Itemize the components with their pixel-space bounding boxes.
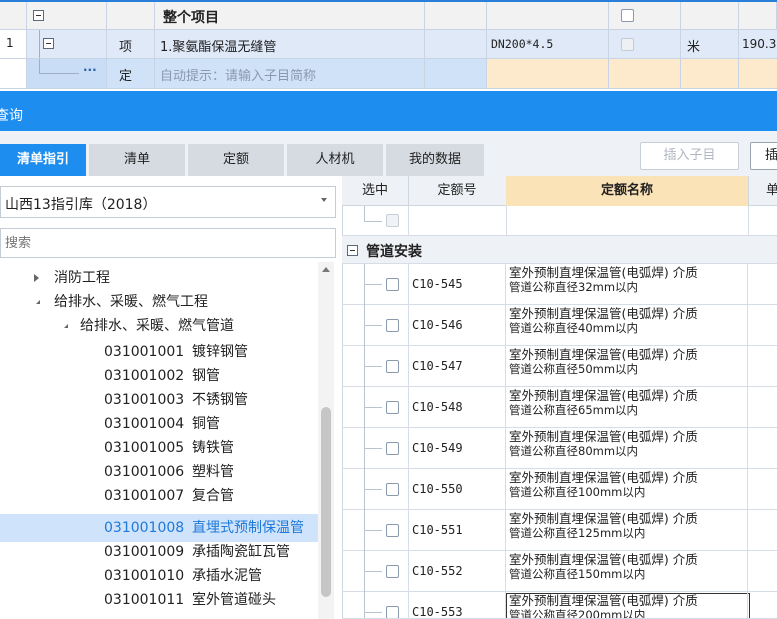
table-row[interactable]: 1 项 1.聚氨酯保温无缝管 DN200*4.5 米 190.3 [0, 30, 777, 59]
item-spec[interactable]: DN200*4.5 [491, 37, 553, 51]
row-checkbox[interactable] [386, 524, 399, 537]
row-checkbox[interactable] [386, 442, 399, 455]
select-all-checkbox[interactable] [386, 214, 399, 227]
table-row[interactable]: C10-547 室外预制直埋保温管(电弧焊) 介质 管道公称直径50mm以内 [342, 346, 777, 387]
insert-child-button[interactable]: 插入子目 [640, 142, 739, 170]
panel-title: 查询 [0, 108, 23, 124]
tab-materials[interactable]: 人材机 [287, 144, 383, 176]
row-checkbox[interactable] [386, 319, 399, 332]
col-name[interactable]: 定额名称 [506, 176, 749, 206]
table-row[interactable]: C10-545 室外预制直埋保温管(电弧焊) 介质 管道公称直径32mm以内 [342, 264, 777, 305]
tree-leaf[interactable]: 031001002 钢管 [0, 364, 318, 388]
caret-right-icon[interactable] [34, 274, 39, 282]
chevron-down-icon[interactable] [321, 198, 327, 202]
tab-my-data[interactable]: 我的数据 [386, 144, 484, 176]
tab-guide[interactable]: 清单指引 [0, 144, 86, 176]
table-row[interactable]: C10-548 室外预制直埋保温管(电弧焊) 介质 管道公称直径65mm以内 [342, 387, 777, 428]
item-name[interactable]: 1.聚氨酯保温无缝管 [160, 36, 276, 55]
table-row-input[interactable]: ··· 定 自动提示：请输入子目简称 [0, 59, 777, 89]
group-title: 管道安装 [366, 244, 422, 260]
input-hint[interactable]: 自动提示：请输入子目简称 [160, 65, 316, 84]
item-unit[interactable]: 米 [687, 36, 700, 55]
tree-leaf[interactable]: 031001003 不锈钢管 [0, 388, 318, 412]
row-type: 定 [119, 69, 133, 84]
table-row[interactable]: C10-552 室外预制直埋保温管(电弧焊) 介质 管道公称直径150mm以内 [342, 551, 777, 592]
col-code[interactable]: 定额号 [408, 176, 507, 206]
row-checkbox[interactable] [386, 483, 399, 496]
item-quantity[interactable]: 190.3 [742, 37, 776, 51]
tree-leaf[interactable]: 031001006 塑料管 [0, 460, 318, 484]
project-title: 整个项目 [163, 10, 219, 26]
library-select[interactable]: 山西13指引库（2018） [0, 186, 336, 218]
table-row[interactable]: C10-546 室外预制直埋保温管(电弧焊) 介质 管道公称直径40mm以内 [342, 305, 777, 346]
collapse-icon[interactable] [33, 10, 44, 21]
table-row[interactable]: C10-549 室外预制直埋保温管(电弧焊) 介质 管道公称直径80mm以内 [342, 428, 777, 469]
tree-node-fire[interactable]: 消防工程 [0, 266, 318, 290]
filter-row [342, 206, 777, 236]
collapse-icon[interactable] [347, 245, 358, 256]
tree-leaf[interactable]: 031001004 铜管 [0, 412, 318, 436]
tree-leaf[interactable]: 031001010 承插水泥管 [0, 564, 318, 588]
scroll-up-icon[interactable] [322, 267, 330, 272]
row-checkbox[interactable] [386, 360, 399, 373]
tree-leaf[interactable]: 031001009 承插陶瓷缸瓦管 [0, 540, 318, 564]
caret-down-icon[interactable] [61, 324, 68, 328]
tree-node-pipes[interactable]: 给排水、采暖、燃气管道 [0, 314, 318, 338]
row-checkbox[interactable] [386, 278, 399, 291]
insert-button[interactable]: 插 [750, 142, 777, 170]
grid-header-row[interactable]: 整个项目 [0, 0, 777, 30]
guide-tree: 消防工程 给排水、采暖、燃气工程 给排水、采暖、燃气管道 031001001 镀锌… [0, 262, 338, 619]
tree-leaf[interactable]: 031001001 镀锌钢管 [0, 340, 318, 364]
query-tabs: 清单指引 清单 定额 人材机 我的数据 [0, 144, 500, 176]
header-checkbox[interactable] [621, 9, 634, 22]
tab-bill[interactable]: 清单 [89, 144, 185, 176]
library-select-value: 山西13指引库（2018） [5, 197, 157, 213]
row-number: 1 [6, 36, 14, 50]
tab-quota[interactable]: 定额 [188, 144, 284, 176]
col-select[interactable]: 选中 [342, 176, 409, 206]
table-row[interactable]: C10-553 室外预制直埋保温管(电弧焊) 介质 管道公称直径200mm以内 [342, 592, 777, 619]
tree-scrollbar[interactable] [318, 262, 334, 619]
top-grid: 整个项目 1 项 1.聚氨酯保温无缝管 DN200*4.5 米 190.3 ··… [0, 0, 777, 90]
tree-node-water[interactable]: 给排水、采暖、燃气工程 [0, 290, 318, 314]
table-row[interactable]: C10-550 室外预制直埋保温管(电弧焊) 介质 管道公称直径100mm以内 [342, 469, 777, 510]
search-input[interactable] [0, 228, 336, 258]
table-row[interactable]: C10-551 室外预制直埋保温管(电弧焊) 介质 管道公称直径125mm以内 [342, 510, 777, 551]
row-checkbox[interactable] [621, 38, 634, 51]
more-icon[interactable]: ··· [83, 63, 97, 77]
collapse-icon[interactable] [43, 38, 54, 49]
results-header: 选中 定额号 定额名称 单 [342, 176, 777, 206]
caret-down-icon[interactable] [33, 300, 40, 304]
group-row[interactable]: 管道安装 [342, 236, 777, 264]
query-title-bar: 查询 [0, 91, 777, 131]
col-unit[interactable]: 单 [748, 176, 777, 206]
row-checkbox[interactable] [386, 565, 399, 578]
tree-leaf[interactable]: 031001005 铸铁管 [0, 436, 318, 460]
row-checkbox[interactable] [386, 401, 399, 414]
scrollbar-thumb[interactable] [321, 407, 331, 597]
row-checkbox[interactable] [386, 606, 399, 618]
tree-leaf[interactable]: 031001007 复合管 [0, 484, 318, 508]
tree-leaf-selected[interactable]: 031001008 直埋式预制保温管 [0, 514, 318, 542]
tree-leaf[interactable]: 031001011 室外管道碰头 [0, 588, 318, 612]
row-type: 项 [119, 40, 133, 55]
